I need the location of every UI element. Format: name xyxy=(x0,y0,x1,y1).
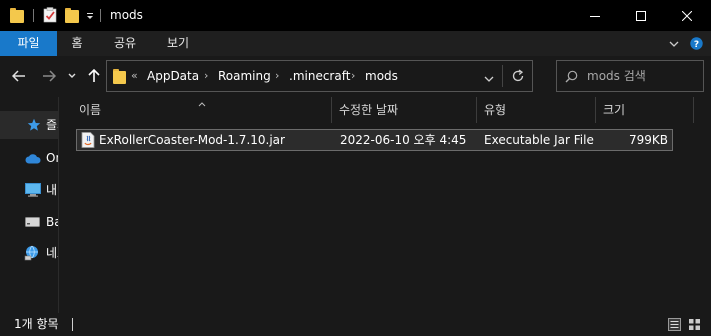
file-name: ExRollerCoaster-Mod-1.7.10.jar xyxy=(99,133,285,147)
window-title: mods xyxy=(110,8,143,22)
ribbon-tabs: 파일 홈 공유 보기 ? xyxy=(0,31,711,56)
up-button[interactable] xyxy=(85,66,103,86)
breadcrumb-separator[interactable]: › xyxy=(204,61,208,91)
search-box[interactable]: mods 검색 xyxy=(556,60,704,92)
file-size: 799KB xyxy=(628,133,668,147)
details-view-button[interactable] xyxy=(668,318,681,331)
minimize-button[interactable] xyxy=(572,0,618,31)
maximize-button[interactable] xyxy=(618,0,664,31)
column-header-size[interactable]: 크기 xyxy=(603,97,625,123)
drive-icon xyxy=(25,217,40,227)
large-icons-view-button[interactable] xyxy=(688,318,701,331)
up-arrow-icon xyxy=(88,69,100,82)
large-icons-view-icon xyxy=(689,319,700,330)
java-jar-icon xyxy=(81,132,95,148)
column-divider[interactable] xyxy=(331,97,332,123)
status-bar: 1개 항목 xyxy=(0,313,711,336)
sort-indicator-icon xyxy=(198,96,206,107)
new-folder-icon[interactable] xyxy=(65,8,79,23)
address-bar[interactable]: « AppData › Roaming › .minecraft › mods xyxy=(106,60,533,92)
navigation-pane: 즐겨찾기 OneDrive 내 PC Backup 네트워크 xyxy=(0,97,58,313)
details-view-icon xyxy=(668,318,681,331)
nav-label-backup: Backup xyxy=(46,215,58,229)
breadcrumb-appdata[interactable]: AppData xyxy=(147,61,199,91)
vertical-scrollbar[interactable] xyxy=(699,97,711,313)
back-arrow-icon xyxy=(12,70,25,82)
column-divider[interactable] xyxy=(476,97,477,123)
status-separator xyxy=(72,318,73,331)
navigation-bar: « AppData › Roaming › .minecraft › mods … xyxy=(0,56,711,97)
breadcrumb-mods[interactable]: mods xyxy=(365,61,398,91)
tab-view[interactable]: 보기 xyxy=(157,31,199,56)
file-modified: 2022-06-10 오후 4:45 xyxy=(340,133,467,147)
tab-share[interactable]: 공유 xyxy=(103,31,147,56)
file-list: 이름 수정한 날짜 유형 크기 ExRollerCoaster-Mod-1.7.… xyxy=(59,97,699,313)
nav-item-quick-access[interactable]: 즐겨찾기 xyxy=(0,111,58,139)
breadcrumb-roaming[interactable]: Roaming xyxy=(218,61,271,91)
pc-icon xyxy=(25,183,41,197)
tab-home[interactable]: 홈 xyxy=(60,31,94,56)
item-count: 1개 항목 xyxy=(14,317,59,331)
file-type: Executable Jar File xyxy=(484,133,594,147)
star-icon xyxy=(27,118,41,131)
address-separator xyxy=(502,65,503,87)
close-button[interactable] xyxy=(664,0,710,31)
column-divider[interactable] xyxy=(693,97,694,123)
nav-label-onedrive: OneDrive xyxy=(46,151,58,165)
file-row[interactable]: ExRollerCoaster-Mod-1.7.10.jar 2022-06-1… xyxy=(76,129,673,151)
forward-arrow-icon xyxy=(43,70,56,82)
column-header-name[interactable]: 이름 xyxy=(79,97,101,123)
nav-label-quick-access: 즐겨찾기 xyxy=(46,118,58,132)
cloud-icon xyxy=(25,154,41,164)
recent-locations-button[interactable] xyxy=(66,66,78,86)
help-icon[interactable]: ? xyxy=(690,37,703,50)
back-button[interactable] xyxy=(10,66,28,86)
properties-icon[interactable] xyxy=(43,7,57,23)
nav-label-network: 네트워크 xyxy=(46,246,58,260)
refresh-icon[interactable] xyxy=(511,69,525,83)
folder-icon xyxy=(113,69,126,84)
nav-item-this-pc[interactable]: 내 PC xyxy=(0,176,58,204)
column-divider[interactable] xyxy=(595,97,596,123)
folder-icon[interactable] xyxy=(10,8,24,23)
nav-item-backup[interactable]: Backup xyxy=(0,208,58,236)
customize-chevron-icon[interactable] xyxy=(86,10,94,22)
nav-label-this-pc: 내 PC xyxy=(46,183,58,197)
address-dropdown-icon[interactable] xyxy=(484,72,494,82)
breadcrumb-overflow[interactable]: « xyxy=(131,61,138,91)
minimize-icon xyxy=(590,15,600,17)
column-header-type[interactable]: 유형 xyxy=(484,97,506,123)
forward-button[interactable] xyxy=(40,66,58,86)
ribbon-expand-icon[interactable] xyxy=(668,38,680,50)
breadcrumb-minecraft[interactable]: .minecraft xyxy=(289,61,350,91)
title-bar: mods xyxy=(0,0,711,31)
chevron-down-icon xyxy=(68,73,76,78)
close-icon xyxy=(682,10,692,21)
tab-file[interactable]: 파일 xyxy=(0,31,57,56)
maximize-icon xyxy=(636,10,646,21)
search-icon xyxy=(565,70,578,83)
breadcrumb-separator[interactable]: › xyxy=(275,61,279,91)
breadcrumb-separator[interactable]: › xyxy=(351,61,355,91)
network-icon xyxy=(24,245,38,261)
search-placeholder: mods 검색 xyxy=(587,69,646,83)
nav-item-onedrive[interactable]: OneDrive xyxy=(0,144,58,172)
nav-item-network[interactable]: 네트워크 xyxy=(0,239,58,267)
svg-text:?: ? xyxy=(694,40,699,50)
column-header-modified[interactable]: 수정한 날짜 xyxy=(339,97,398,123)
